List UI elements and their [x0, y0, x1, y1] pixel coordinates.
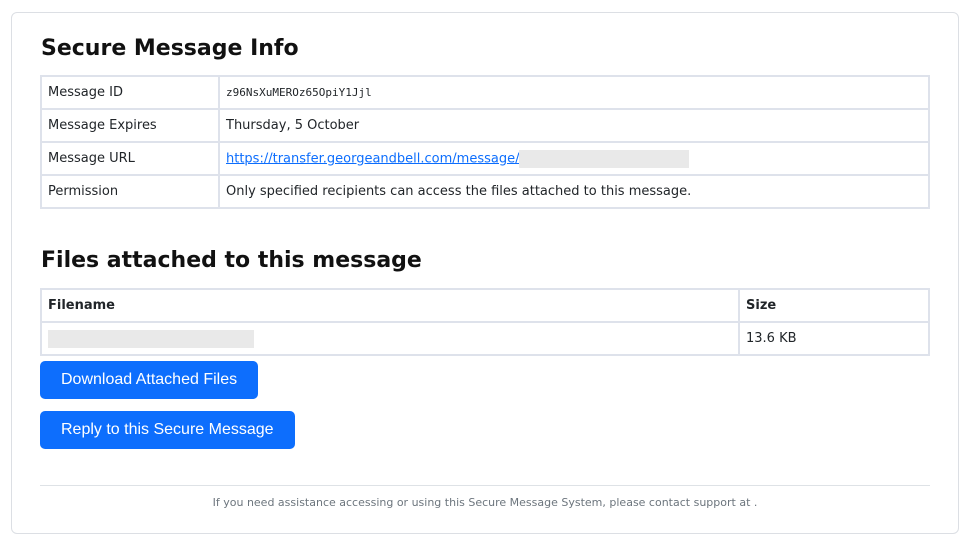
- message-id-value: z96NsXuMEROz65OpiY1Jjl: [218, 75, 930, 110]
- message-expires-value: Thursday, 5 October: [218, 108, 930, 143]
- message-url-link[interactable]: https://transfer.georgeandbell.com/messa…: [226, 151, 519, 166]
- footer-divider: [40, 485, 930, 486]
- download-attached-files-button[interactable]: Download Attached Files: [40, 361, 259, 399]
- reply-secure-message-button[interactable]: Reply to this Secure Message: [40, 411, 295, 449]
- permission-label: Permission: [40, 174, 220, 209]
- secure-message-card: Secure Message Info Message ID z96NsXuME…: [11, 12, 959, 534]
- redacted-url-segment: [519, 149, 690, 168]
- permission-value: Only specified recipients can access the…: [218, 174, 930, 209]
- size-header: Size: [738, 288, 930, 323]
- filename-header: Filename: [40, 288, 740, 323]
- table-row: Message ID z96NsXuMEROz65OpiY1Jjl: [40, 75, 930, 110]
- table-row: 13.6 KB: [40, 321, 930, 356]
- message-expires-label: Message Expires: [40, 108, 220, 143]
- file-size-cell: 13.6 KB: [738, 321, 930, 356]
- table-row: Permission Only specified recipients can…: [40, 174, 930, 209]
- message-url-label: Message URL: [40, 141, 220, 176]
- message-info-table: Message ID z96NsXuMEROz65OpiY1Jjl Messag…: [40, 75, 930, 209]
- files-table: Filename Size 13.6 KB: [40, 288, 930, 356]
- message-id-label: Message ID: [40, 75, 220, 110]
- table-header-row: Filename Size: [40, 288, 930, 323]
- table-row: Message URL https://transfer.georgeandbe…: [40, 141, 930, 176]
- table-row: Message Expires Thursday, 5 October: [40, 108, 930, 143]
- redacted-filename: [48, 329, 254, 348]
- message-url-cell: https://transfer.georgeandbell.com/messa…: [218, 141, 930, 176]
- message-info-heading: Secure Message Info: [41, 36, 299, 61]
- filename-cell: [40, 321, 740, 356]
- support-footer-text: If you need assistance accessing or usin…: [212, 496, 758, 509]
- files-heading: Files attached to this message: [41, 248, 422, 273]
